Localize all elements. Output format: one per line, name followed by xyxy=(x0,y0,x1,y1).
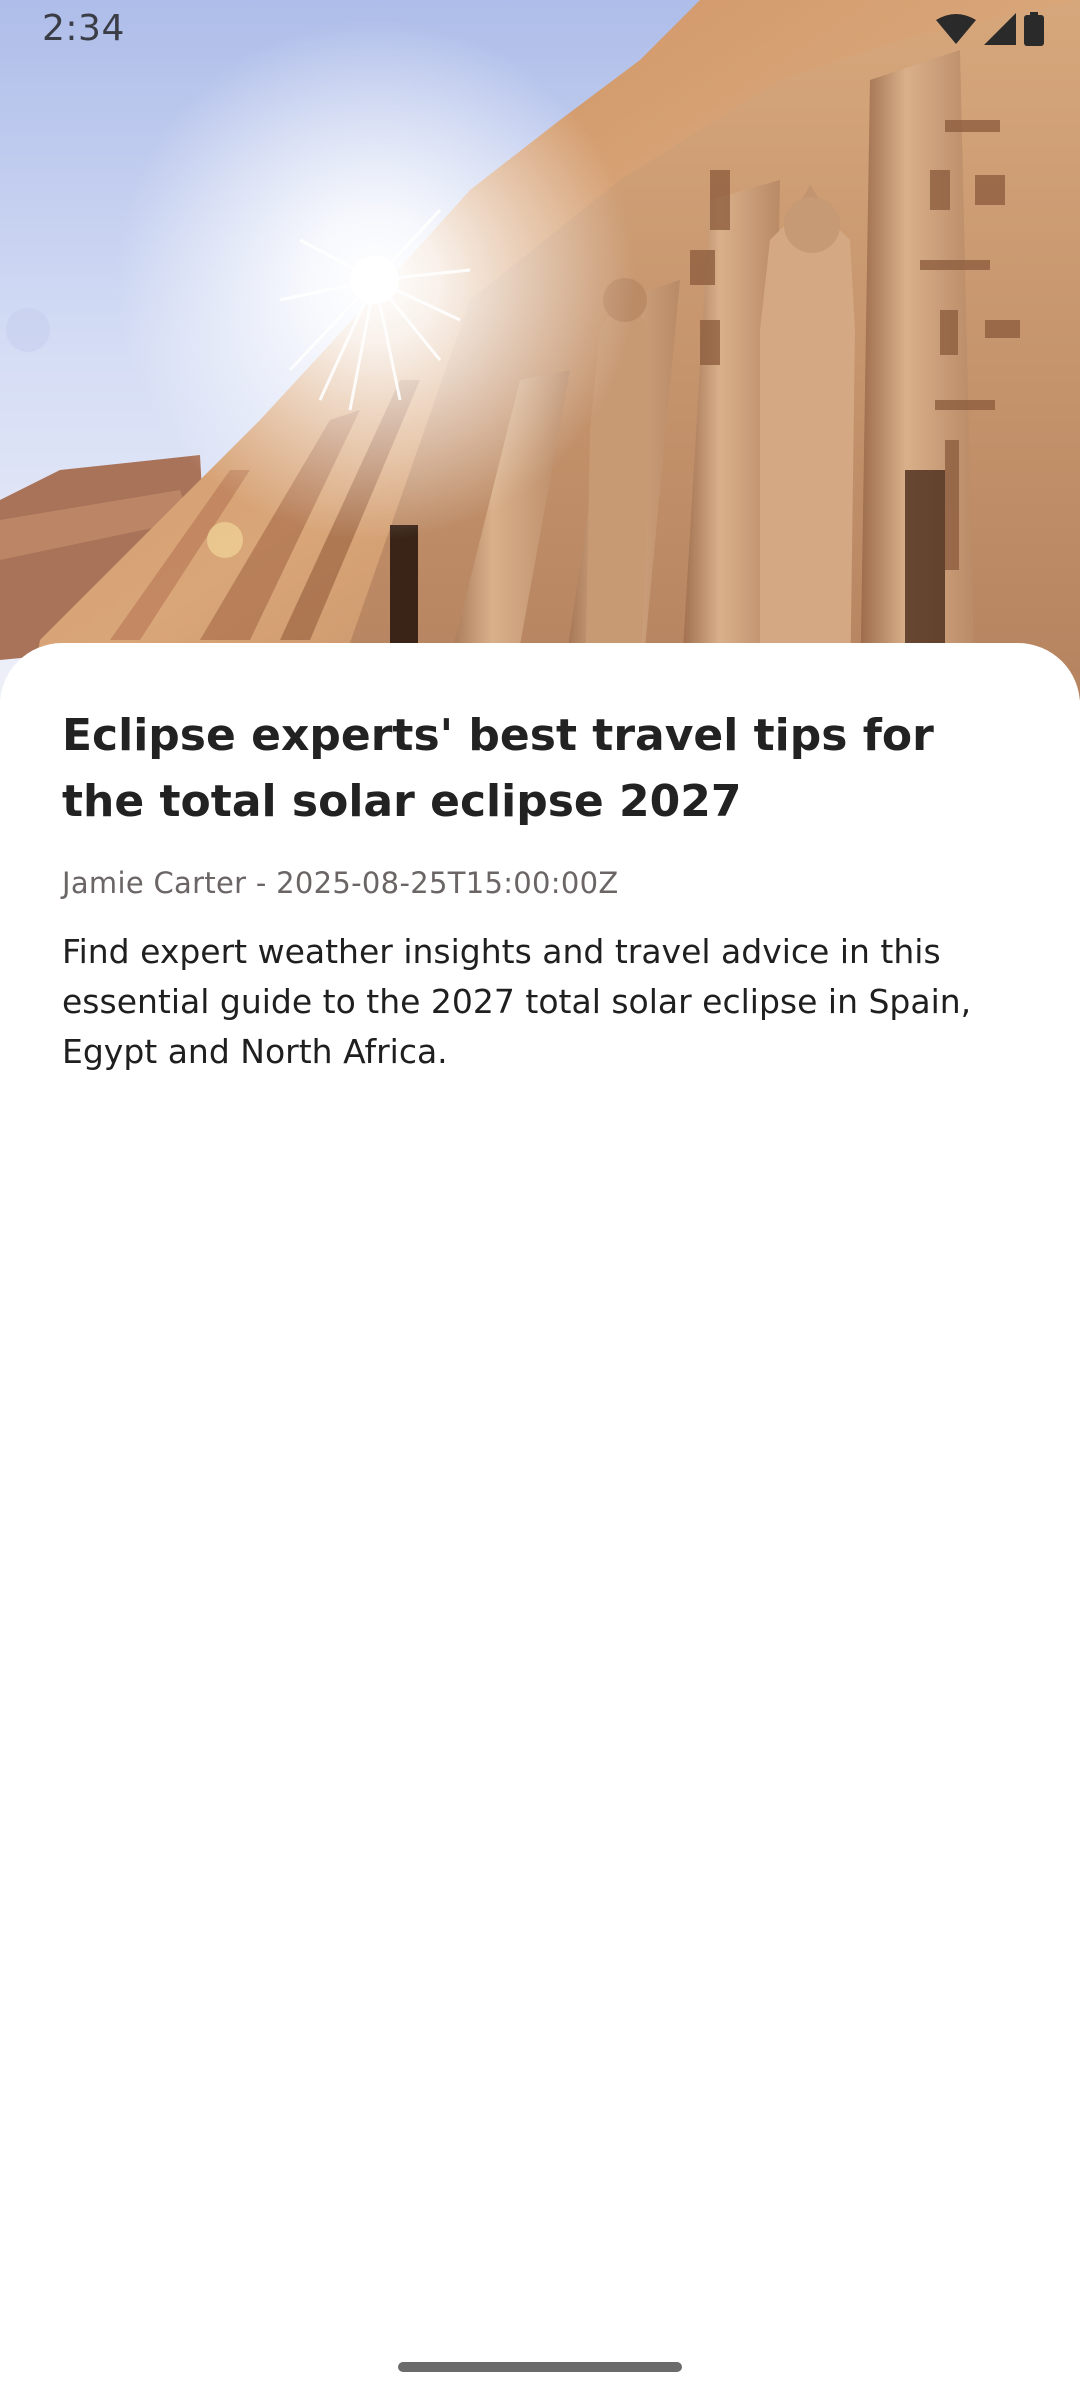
battery-icon xyxy=(1024,11,1044,51)
status-bar: 2:34 xyxy=(0,0,1080,64)
article-title: Eclipse experts' best travel tips for th… xyxy=(62,710,934,827)
article-summary: Find expert weather insights and travel … xyxy=(62,932,972,1071)
temple-photo xyxy=(0,0,1080,700)
cellular-signal-icon xyxy=(984,12,1016,50)
status-time: 2:34 xyxy=(42,8,125,49)
hero-image xyxy=(0,0,1080,700)
status-icons xyxy=(936,11,1044,51)
article-sheet: Eclipse experts' best travel tips for th… xyxy=(0,643,1080,2400)
article-byline: Jamie Carter - 2025-08-25T15:00:00Z xyxy=(62,866,619,900)
home-gesture-bar[interactable] xyxy=(398,2362,682,2372)
wifi-icon xyxy=(936,13,976,49)
